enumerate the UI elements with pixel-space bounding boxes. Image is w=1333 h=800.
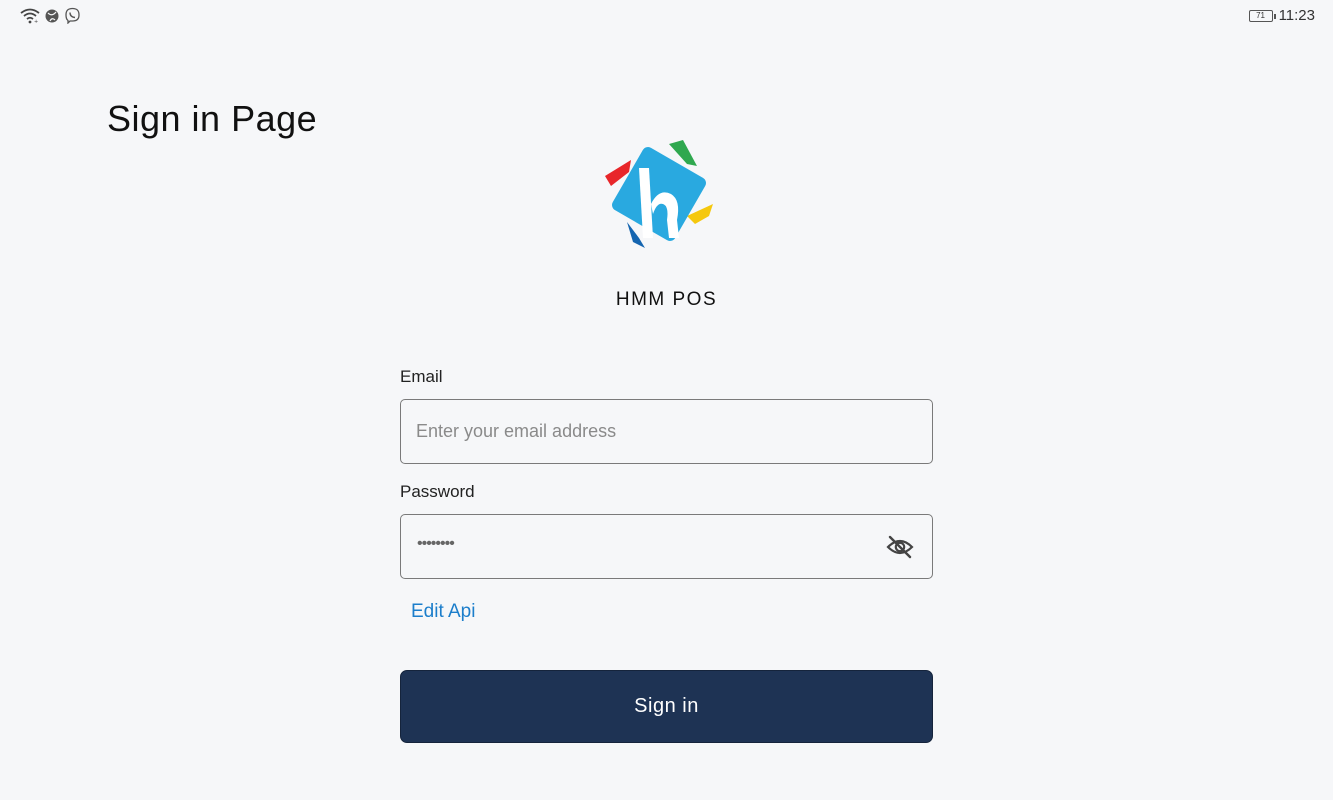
clock: 11:23 (1278, 7, 1315, 24)
email-field-container (400, 399, 933, 464)
eye-off-icon[interactable] (886, 534, 914, 560)
battery-level: 71 (1256, 11, 1266, 20)
email-label: Email (400, 367, 443, 386)
status-icons-left: + (20, 7, 81, 24)
password-field[interactable]: •••••••• (400, 514, 933, 579)
status-bar: + 71 11:23 (0, 0, 1333, 34)
page-title: Sign in Page (107, 98, 318, 139)
email-field[interactable] (416, 400, 876, 463)
hmm-pos-logo (605, 140, 713, 248)
password-masked-value: •••••••• (417, 535, 455, 552)
globe-icon (45, 9, 59, 22)
app-name: HMM POS (615, 289, 718, 310)
sign-in-button[interactable]: Sign in (400, 670, 933, 743)
svg-text:+: + (34, 19, 38, 24)
status-icons-right: 71 11:23 (1248, 7, 1315, 24)
edit-api-link[interactable]: Edit Api (411, 601, 475, 623)
viber-icon (65, 7, 80, 24)
battery-icon: 71 (1248, 9, 1276, 22)
sign-in-form: Email Password •••••••• Edit Api (400, 365, 933, 623)
wifi-icon: + (20, 8, 40, 24)
password-label: Password (400, 482, 475, 501)
